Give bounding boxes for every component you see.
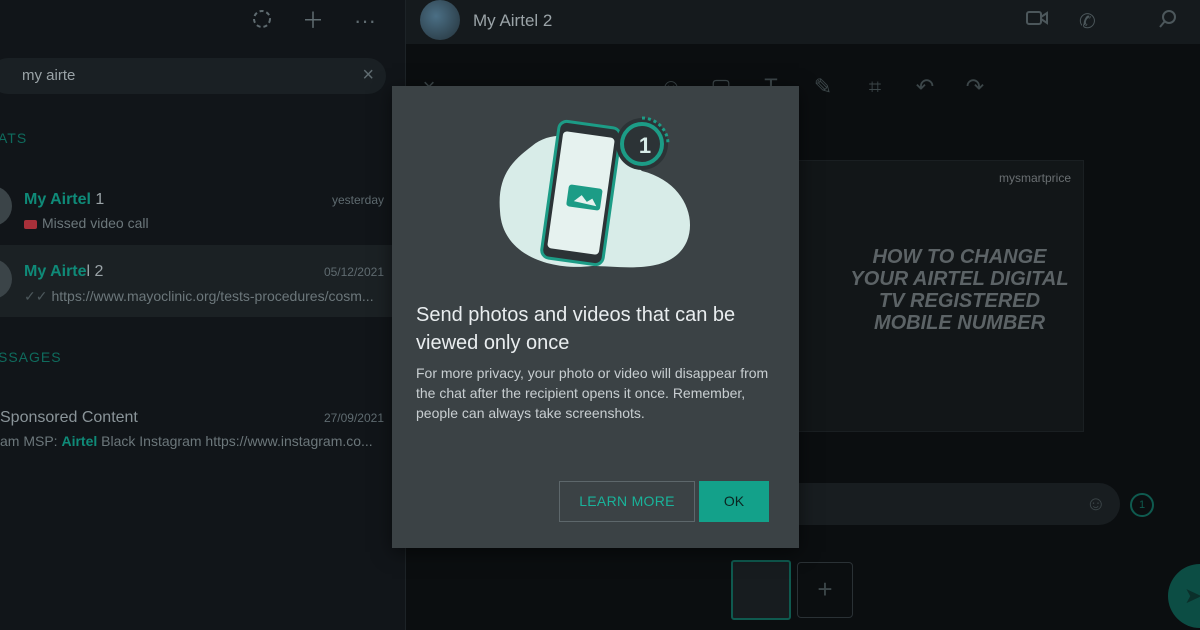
brand-logo: mysmartprice	[998, 171, 1071, 185]
pencil-tool-icon[interactable]: ✎	[810, 74, 836, 100]
menu-dots-icon[interactable]: ···	[352, 8, 378, 34]
dialog-body: For more privacy, your photo or video wi…	[416, 365, 769, 421]
chat-preview: Missed video call	[24, 215, 149, 231]
message-title: Sponsored Content	[0, 409, 138, 426]
search-input[interactable]: my airte ×	[0, 58, 386, 94]
message-preview: am MSP: Airtel Black Instagram https://w…	[0, 433, 373, 449]
chat-list-pane: ＋ ··· my airte × ATS My Airtel 1 yesterd…	[0, 0, 406, 630]
avatar	[0, 186, 12, 226]
crop-tool-icon[interactable]: ⌗	[862, 74, 888, 100]
search-value: my airte	[22, 67, 76, 84]
redo-icon[interactable]: ↷	[962, 74, 988, 100]
chat-preview: ✓✓ https://www.mayoclinic.org/tests-proce…	[24, 288, 374, 304]
voice-call-icon[interactable]: ✆	[1079, 9, 1096, 34]
image-preview: mysmartprice HOW TO CHANGE YOUR AIRTEL D…	[786, 160, 1084, 432]
section-chats-heading: ATS	[0, 130, 28, 146]
status-icon[interactable]	[249, 8, 275, 34]
chat-row[interactable]: My Airtel 2 05/12/2021 ✓✓ https://www.may…	[0, 245, 392, 317]
add-media-button[interactable]: +	[797, 562, 853, 618]
view-once-toggle-icon[interactable]: 1	[1130, 493, 1154, 517]
missed-video-call-icon	[24, 219, 37, 229]
clear-search-icon[interactable]: ×	[362, 64, 374, 87]
chat-header: My Airtel 2 ✆	[406, 0, 1200, 44]
dialog-title: Send photos and videos that can be viewe…	[416, 304, 736, 354]
double-tick-icon: ✓✓	[24, 288, 48, 304]
view-once-dialog: 1 Send photos and videos that can be vie…	[392, 86, 799, 548]
left-toolbar: ＋ ···	[0, 0, 405, 44]
new-chat-icon[interactable]: ＋	[300, 8, 326, 34]
contact-name[interactable]: My Airtel 2	[473, 11, 552, 31]
chat-row[interactable]: My Airtel 1 yesterday Missed video call	[0, 172, 392, 244]
avatar	[0, 259, 12, 299]
media-thumbnail[interactable]	[731, 560, 791, 620]
search-icon[interactable]	[1158, 9, 1178, 35]
emoji-icon[interactable]: ☺	[1086, 493, 1106, 516]
contact-avatar[interactable]	[420, 0, 460, 40]
image-headline: HOW TO CHANGE YOUR AIRTEL DIGITAL TV REG…	[850, 246, 1069, 334]
section-messages-heading: SSAGES	[0, 349, 62, 365]
chat-title: My Airtel 1	[24, 191, 105, 208]
chat-date: yesterday	[331, 193, 384, 207]
chat-date: 05/12/2021	[323, 265, 384, 279]
video-call-icon[interactable]	[1026, 9, 1048, 33]
caption-input[interactable]: ☺	[770, 483, 1120, 525]
undo-icon[interactable]: ↶	[912, 74, 938, 100]
chat-title: My Airtel 2	[24, 263, 104, 280]
phone-illustration	[499, 116, 690, 268]
learn-more-button[interactable]: LEARN MORE	[559, 481, 695, 522]
message-date: 27/09/2021	[323, 411, 384, 425]
view-once-badge: 1	[638, 133, 652, 158]
ok-button[interactable]: OK	[699, 481, 769, 522]
message-result[interactable]: Sponsored Content 27/09/2021 am MSP: Air…	[0, 396, 392, 468]
